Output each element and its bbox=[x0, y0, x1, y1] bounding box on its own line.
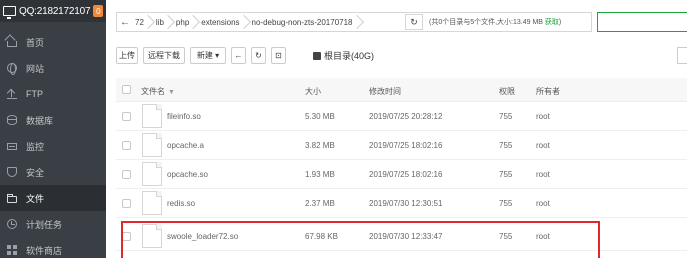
file-owner: root bbox=[536, 112, 550, 121]
file-permission[interactable]: 755 bbox=[499, 170, 512, 179]
file-modified: 2019/07/25 20:28:12 bbox=[369, 112, 443, 121]
remote-download-button[interactable]: 远程下载 bbox=[143, 47, 185, 64]
back-button[interactable]: ← bbox=[231, 47, 246, 64]
home-icon bbox=[7, 40, 17, 47]
sidebar-item-security[interactable]: 安全 bbox=[0, 159, 106, 185]
clock-icon bbox=[7, 219, 17, 229]
breadcrumb-item[interactable]: no-debug-non-zts-20170718 bbox=[250, 13, 357, 31]
upload-button[interactable]: 上传 bbox=[116, 47, 138, 64]
summary-text: (共0个目录与5个文件,大小:13.49 MB bbox=[429, 19, 545, 26]
brand-label: QQ:2182172107 bbox=[19, 5, 91, 17]
row-checkbox[interactable] bbox=[122, 199, 131, 208]
grid-icon bbox=[7, 245, 17, 255]
table-row[interactable]: opcache.a 3.82 MB 2019/07/25 18:02:16 75… bbox=[116, 131, 687, 160]
column-permission[interactable]: 权限 bbox=[499, 86, 515, 97]
breadcrumb-item[interactable]: php bbox=[174, 13, 193, 31]
file-size: 5.30 MB bbox=[305, 112, 335, 121]
file-name[interactable]: opcache.a bbox=[167, 141, 204, 150]
refresh-button[interactable]: ↻ bbox=[251, 47, 266, 64]
file-icon bbox=[142, 104, 162, 128]
disk-icon bbox=[313, 51, 321, 60]
sidebar-item-website[interactable]: 网站 bbox=[0, 55, 106, 81]
monitor-icon bbox=[7, 143, 17, 150]
file-permission[interactable]: 755 bbox=[499, 199, 512, 208]
back-arrow-icon[interactable]: ← bbox=[117, 13, 133, 31]
get-size-link[interactable]: 获取 bbox=[545, 19, 559, 26]
sidebar-item-cron[interactable]: 计划任务 bbox=[0, 211, 106, 237]
file-size: 1.93 MB bbox=[305, 170, 335, 179]
root-disk-label: 根目录(40G) bbox=[324, 51, 375, 61]
sort-down-icon: ▼ bbox=[168, 89, 175, 96]
column-owner[interactable]: 所有者 bbox=[536, 86, 560, 97]
file-icon bbox=[142, 162, 162, 186]
file-icon bbox=[142, 133, 162, 157]
sidebar-item-ftp[interactable]: FTP bbox=[0, 81, 106, 107]
sidebar: QQ:2182172107 0 首页 网站 FTP 数据库 监控 安全 文件 计… bbox=[0, 0, 106, 258]
sidebar-item-files[interactable]: 文件 bbox=[0, 185, 106, 211]
sidebar-item-label: 安全 bbox=[26, 167, 45, 178]
toolbar-right-button[interactable] bbox=[677, 47, 687, 64]
breadcrumb-item[interactable]: extensions bbox=[199, 13, 243, 31]
notification-badge[interactable]: 0 bbox=[93, 5, 104, 17]
sidebar-item-database[interactable]: 数据库 bbox=[0, 107, 106, 133]
folder-icon bbox=[7, 193, 17, 203]
row-checkbox[interactable] bbox=[122, 141, 131, 150]
row-checkbox[interactable] bbox=[122, 170, 131, 179]
sidebar-item-label: 数据库 bbox=[26, 115, 54, 126]
breadcrumb-item[interactable]: lib bbox=[154, 13, 168, 31]
summary-suffix: ) bbox=[558, 19, 562, 26]
select-all-checkbox[interactable] bbox=[122, 85, 131, 94]
file-modified: 2019/07/30 12:30:51 bbox=[369, 199, 443, 208]
row-checkbox[interactable] bbox=[122, 112, 131, 121]
database-icon bbox=[7, 115, 17, 125]
file-modified: 2019/07/25 18:02:16 bbox=[369, 141, 443, 150]
sidebar-item-home[interactable]: 首页 bbox=[0, 29, 106, 55]
table-row[interactable]: fileinfo.so 5.30 MB 2019/07/25 20:28:12 … bbox=[116, 102, 687, 131]
path-bar: ← 72 lib php extensions no-debug-non-zts… bbox=[116, 12, 592, 32]
file-permission[interactable]: 755 bbox=[499, 141, 512, 150]
brand-bar: QQ:2182172107 0 bbox=[0, 0, 106, 22]
file-name[interactable]: redis.so bbox=[167, 199, 195, 208]
file-size: 3.82 MB bbox=[305, 141, 335, 150]
file-owner: root bbox=[536, 141, 550, 150]
file-table-header: 文件名 ▼ 大小 修改时间 权限 所有者 bbox=[116, 78, 687, 102]
column-modified[interactable]: 修改时间 bbox=[369, 86, 401, 97]
file-name[interactable]: fileinfo.so bbox=[167, 112, 201, 121]
monitor-icon bbox=[3, 6, 16, 19]
file-modified: 2019/07/25 18:02:16 bbox=[369, 170, 443, 179]
highlight-box bbox=[121, 221, 600, 258]
breadcrumb-item[interactable]: 72 bbox=[133, 13, 148, 31]
ftp-icon bbox=[7, 89, 17, 99]
sidebar-item-label: FTP bbox=[26, 89, 43, 99]
file-icon bbox=[142, 191, 162, 215]
file-owner: root bbox=[536, 199, 550, 208]
column-size[interactable]: 大小 bbox=[305, 86, 321, 97]
sidebar-item-label: 计划任务 bbox=[26, 219, 63, 230]
sidebar-item-store[interactable]: 软件商店 bbox=[0, 237, 106, 258]
directory-summary: (共0个目录与5个文件,大小:13.49 MB 获取) bbox=[429, 17, 561, 27]
file-permission[interactable]: 755 bbox=[499, 112, 512, 121]
column-name-label: 文件名 bbox=[141, 87, 165, 96]
table-row[interactable]: opcache.so 1.93 MB 2019/07/25 18:02:16 7… bbox=[116, 160, 687, 189]
file-owner: root bbox=[536, 170, 550, 179]
sidebar-item-label: 监控 bbox=[26, 141, 45, 152]
sidebar-item-label: 网站 bbox=[26, 63, 45, 74]
path-refresh-button[interactable]: ↻ bbox=[405, 14, 423, 30]
new-button[interactable]: 新建 ▾ bbox=[190, 47, 226, 64]
file-size: 2.37 MB bbox=[305, 199, 335, 208]
sidebar-item-label: 软件商店 bbox=[26, 245, 63, 256]
sidebar-item-label: 首页 bbox=[26, 37, 45, 48]
column-name[interactable]: 文件名 ▼ bbox=[141, 86, 175, 97]
file-name[interactable]: opcache.so bbox=[167, 170, 208, 179]
globe-icon bbox=[7, 63, 17, 75]
search-input[interactable] bbox=[597, 12, 687, 32]
root-disk[interactable]: 根目录(40G) bbox=[313, 49, 374, 62]
sidebar-item-monitor[interactable]: 监控 bbox=[0, 133, 106, 159]
shield-icon bbox=[7, 167, 17, 177]
table-row[interactable]: redis.so 2.37 MB 2019/07/30 12:30:51 755… bbox=[116, 189, 687, 218]
terminal-button[interactable]: ⊡ bbox=[271, 47, 286, 64]
sidebar-item-label: 文件 bbox=[26, 193, 45, 204]
